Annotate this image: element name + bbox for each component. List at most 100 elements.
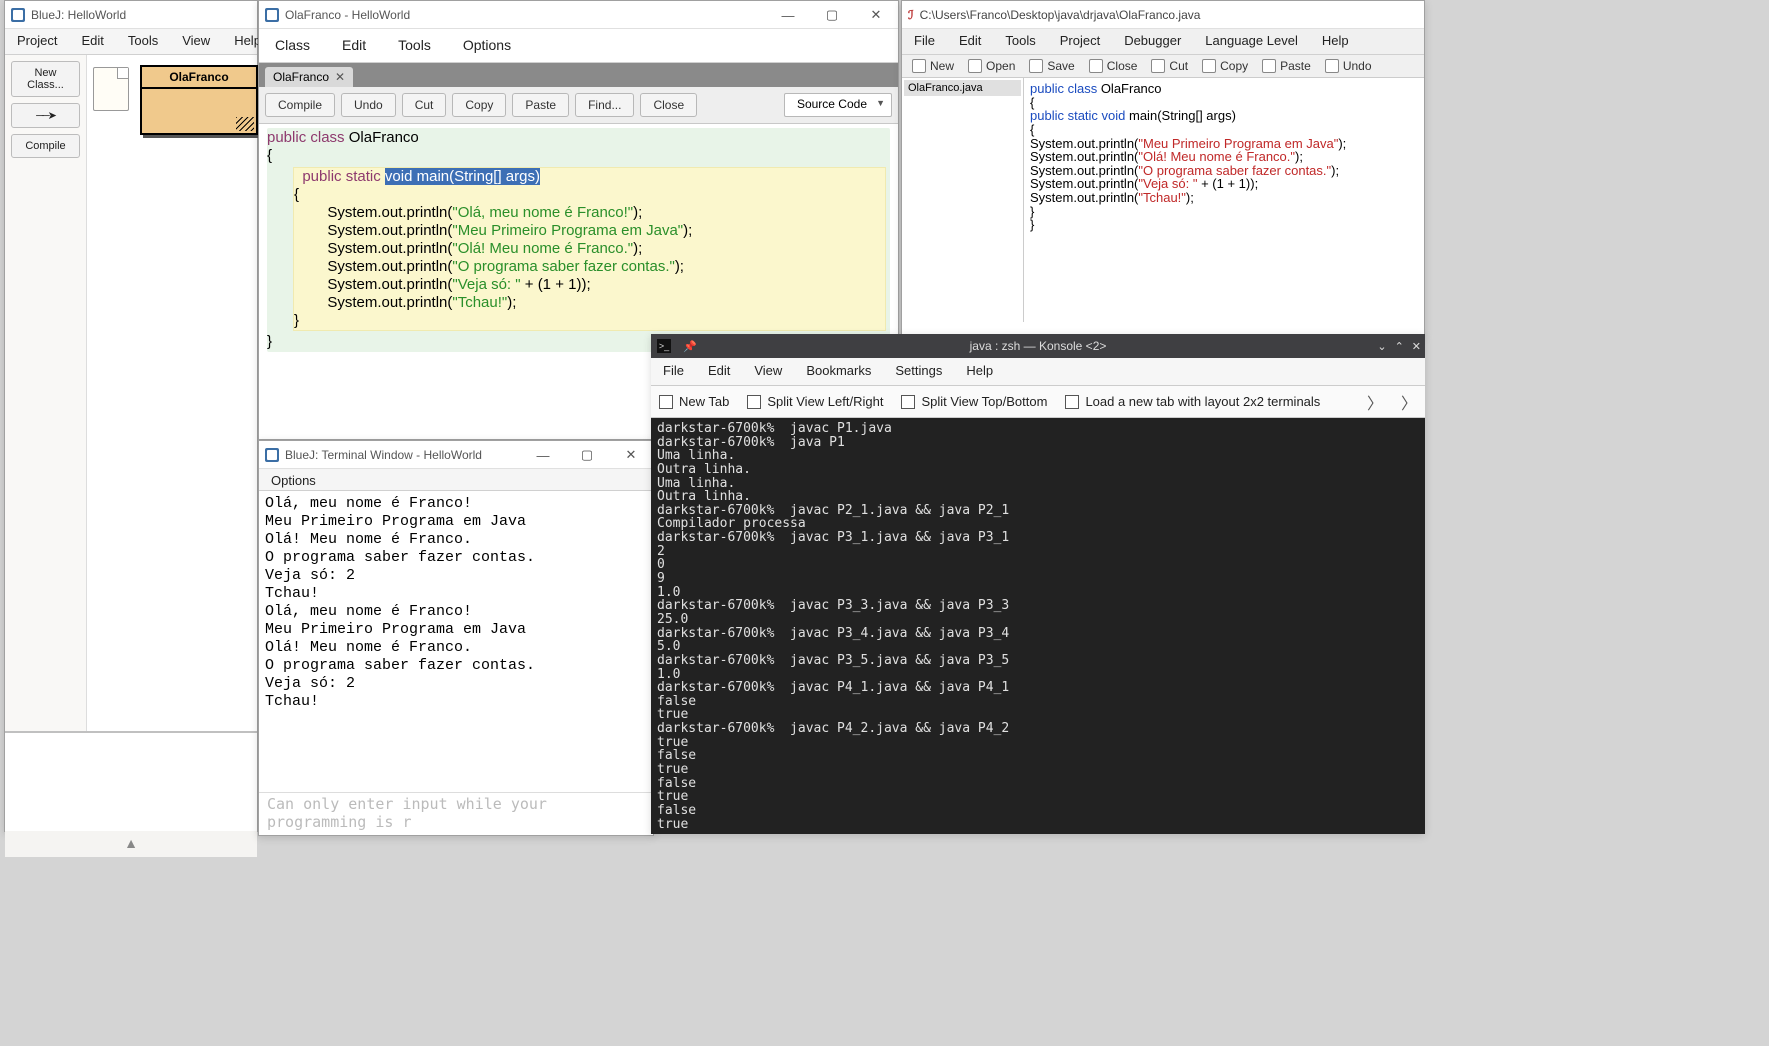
menu-help[interactable]: Help (954, 358, 1005, 385)
str: "O programa saber fazer contas." (452, 258, 674, 275)
window-title: java : zsh — Konsole <2> (651, 339, 1425, 353)
menu-file[interactable]: File (651, 358, 696, 385)
split-tb-button[interactable]: Split View Top/Bottom (901, 394, 1047, 409)
ident: OlaFranco (1101, 81, 1162, 96)
maximize-button[interactable]: ⌃ (1395, 340, 1404, 353)
menu-file[interactable]: File (902, 29, 947, 54)
terminal-icon: >_ (657, 339, 671, 353)
menu-view[interactable]: View (742, 358, 794, 385)
new-button[interactable]: New (912, 59, 954, 73)
minimize-button[interactable]: — (521, 441, 565, 469)
kw: static (346, 168, 381, 185)
menu-settings[interactable]: Settings (883, 358, 954, 385)
toolbar: Compile Undo Cut Copy Paste Find... Clos… (259, 87, 898, 124)
menu-debugger[interactable]: Debugger (1112, 29, 1193, 54)
label: New (930, 59, 954, 73)
titlebar[interactable]: OlaFranco - HelloWorld — ▢ ✕ (259, 1, 898, 29)
class-diagram-canvas[interactable]: OlaFranco (87, 55, 257, 827)
str: "Olá! Meu nome é Franco." (452, 240, 633, 257)
open-button[interactable]: Open (968, 59, 1015, 73)
menubar: File Edit Tools Project Debugger Languag… (902, 29, 1424, 55)
layout-button[interactable]: Load a new tab with layout 2x2 terminals (1065, 394, 1320, 409)
label: Cut (1169, 59, 1188, 73)
titlebar[interactable]: BlueJ: Terminal Window - HelloWorld — ▢ … (259, 441, 653, 469)
compile-button[interactable]: Compile (11, 134, 80, 158)
menu-edit[interactable]: Edit (69, 29, 115, 54)
app-icon (265, 448, 279, 462)
maximize-button[interactable]: ▢ (565, 441, 609, 469)
window-title: BlueJ: HelloWorld (31, 8, 126, 22)
save-button[interactable]: Save (1029, 59, 1074, 73)
new-tab-button[interactable]: New Tab (659, 394, 729, 409)
label: Open (986, 59, 1015, 73)
close-button[interactable]: ✕ (609, 441, 653, 469)
menu-edit[interactable]: Edit (947, 29, 993, 54)
konsole-window: >_ 📌 java : zsh — Konsole <2> ⌄ ⌃ ✕ File… (651, 334, 1425, 834)
menu-edit[interactable]: Edit (326, 29, 382, 62)
copy-icon (1202, 59, 1216, 73)
titlebar[interactable]: ℐ C:\Users\Franco\Desktop\java\drjava\Ol… (902, 1, 1424, 29)
close-button[interactable]: Close (1089, 59, 1138, 73)
close-button[interactable]: Close (640, 93, 697, 117)
bluej-project-window: BlueJ: HelloWorld Project Edit Tools Vie… (4, 0, 258, 832)
close-button[interactable]: ✕ (854, 1, 898, 29)
codepad[interactable] (5, 731, 257, 831)
undo-button[interactable]: Undo (341, 93, 396, 117)
file-row[interactable]: OlaFranco.java (904, 80, 1021, 96)
menu-bookmarks[interactable]: Bookmarks (794, 358, 883, 385)
readme-icon[interactable] (93, 67, 129, 111)
editor-tab[interactable]: OlaFranco ✕ (265, 67, 353, 87)
arrow-button[interactable]: ──➤ (11, 103, 80, 128)
app-icon: ℐ (908, 8, 914, 22)
file-list[interactable]: OlaFranco.java (902, 78, 1024, 322)
menu-language-level[interactable]: Language Level (1193, 29, 1310, 54)
paste-button[interactable]: Paste (1262, 59, 1311, 73)
class-name: OlaFranco (142, 67, 256, 89)
code-editor[interactable]: public class OlaFranco { public static v… (1024, 78, 1424, 322)
paste-button[interactable]: Paste (512, 93, 569, 117)
cut-button[interactable]: Cut (1151, 59, 1188, 73)
kw: public (302, 168, 341, 185)
minimize-button[interactable]: ⌄ (1377, 340, 1386, 353)
menu-tools[interactable]: Tools (116, 29, 170, 54)
menu-project[interactable]: Project (1048, 29, 1112, 54)
tab-icon (659, 395, 673, 409)
tab-close-icon[interactable]: ✕ (335, 70, 345, 84)
brace: { (1030, 96, 1418, 110)
menu-edit[interactable]: Edit (696, 358, 742, 385)
compile-button[interactable]: Compile (265, 93, 335, 117)
disk-icon (1029, 59, 1043, 73)
close-button[interactable]: ✕ (1412, 340, 1421, 353)
titlebar[interactable]: BlueJ: HelloWorld (5, 1, 257, 29)
undo-button[interactable]: Undo (1325, 59, 1372, 73)
new-class-button[interactable]: New Class... (11, 61, 80, 97)
menu-tools[interactable]: Tools (993, 29, 1047, 54)
menu-options[interactable]: Options (447, 29, 527, 62)
minimize-button[interactable]: — (766, 1, 810, 29)
menu-project[interactable]: Project (5, 29, 69, 54)
menu-options[interactable]: Options (259, 469, 328, 490)
menu-tools[interactable]: Tools (382, 29, 447, 62)
code-editor[interactable]: public class OlaFranco { public static v… (259, 124, 898, 356)
nav-next-icon[interactable]: 〉 (1401, 390, 1417, 414)
menu-help[interactable]: Help (1310, 29, 1361, 54)
menu-view[interactable]: View (170, 29, 222, 54)
pin-icon[interactable]: 📌 (683, 340, 697, 353)
copy-button[interactable]: Copy (1202, 59, 1248, 73)
find-button[interactable]: Find... (575, 93, 634, 117)
terminal-output[interactable]: darkstar-6700k% javac P1.java darkstar-6… (651, 418, 1425, 834)
nav-prev-icon[interactable]: 〉 (1367, 390, 1383, 414)
object-bench-toggle[interactable]: ▲ (5, 827, 257, 857)
scissors-icon (1151, 59, 1165, 73)
titlebar[interactable]: >_ 📌 java : zsh — Konsole <2> ⌄ ⌃ ✕ (651, 334, 1425, 358)
maximize-button[interactable]: ▢ (810, 1, 854, 29)
copy-button[interactable]: Copy (452, 93, 506, 117)
cut-button[interactable]: Cut (402, 93, 447, 117)
menu-class[interactable]: Class (259, 29, 326, 62)
close-icon (1089, 59, 1103, 73)
split-lr-button[interactable]: Split View Left/Right (747, 394, 883, 409)
label: Copy (1220, 59, 1248, 73)
hatch-icon (236, 117, 254, 131)
class-box-olafranco[interactable]: OlaFranco (140, 65, 258, 135)
view-mode-select[interactable]: Source Code (784, 93, 892, 117)
